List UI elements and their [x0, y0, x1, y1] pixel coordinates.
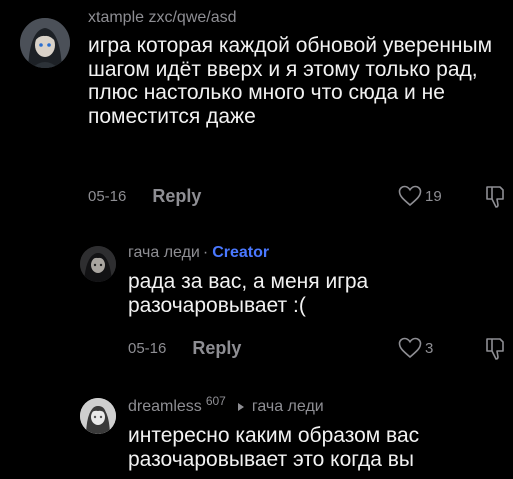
comment-text: интересно каким образом вас разочаровыва… [128, 424, 420, 471]
dislike-button[interactable] [484, 184, 510, 215]
username-text[interactable]: xtample zxc/qwe/asd [88, 9, 237, 27]
user-count: 607 [205, 394, 226, 408]
anime-girl-avatar-icon [20, 18, 70, 68]
reply-button[interactable]: Reply [192, 338, 241, 359]
comment-text: рада за вас, а меня игра разочаровывает … [128, 270, 369, 317]
separator: · [202, 244, 209, 261]
heart-icon [398, 185, 422, 207]
dislike-button[interactable] [484, 336, 510, 367]
comment-date: 05-16 [128, 340, 167, 357]
user-avatar[interactable] [80, 246, 116, 282]
username[interactable]: dreamless 607 гача леди [128, 394, 324, 416]
thumbs-down-icon [486, 186, 504, 208]
username-text[interactable]: dreamless [128, 398, 202, 416]
sketch-character-avatar-icon [80, 398, 116, 434]
reply-button[interactable]: Reply [152, 186, 201, 207]
reply-arrow-icon [237, 403, 244, 411]
like-count: 19 [425, 187, 442, 205]
username[interactable]: гача леди · Creator [128, 244, 269, 262]
comment-meta: 05-16 Reply [88, 186, 201, 207]
username[interactable]: xtample zxc/qwe/asd [88, 9, 237, 27]
user-avatar[interactable] [20, 18, 70, 68]
like-button[interactable]: 3 [398, 337, 433, 359]
heart-icon [398, 337, 422, 359]
comment-text: игра которая каждой обновой уверенным ша… [88, 34, 493, 128]
thumbs-down-icon [486, 338, 504, 360]
creator-badge: Creator [212, 244, 270, 261]
reply-to-username[interactable]: гача леди [252, 398, 324, 416]
like-count: 3 [425, 339, 434, 357]
like-button[interactable]: 19 [398, 185, 442, 207]
dark-character-avatar-icon [80, 246, 116, 282]
comment-meta: 05-16 Reply [128, 338, 241, 359]
comment-date: 05-16 [88, 188, 127, 205]
user-avatar[interactable] [80, 398, 116, 434]
username-text[interactable]: гача леди [128, 244, 200, 262]
